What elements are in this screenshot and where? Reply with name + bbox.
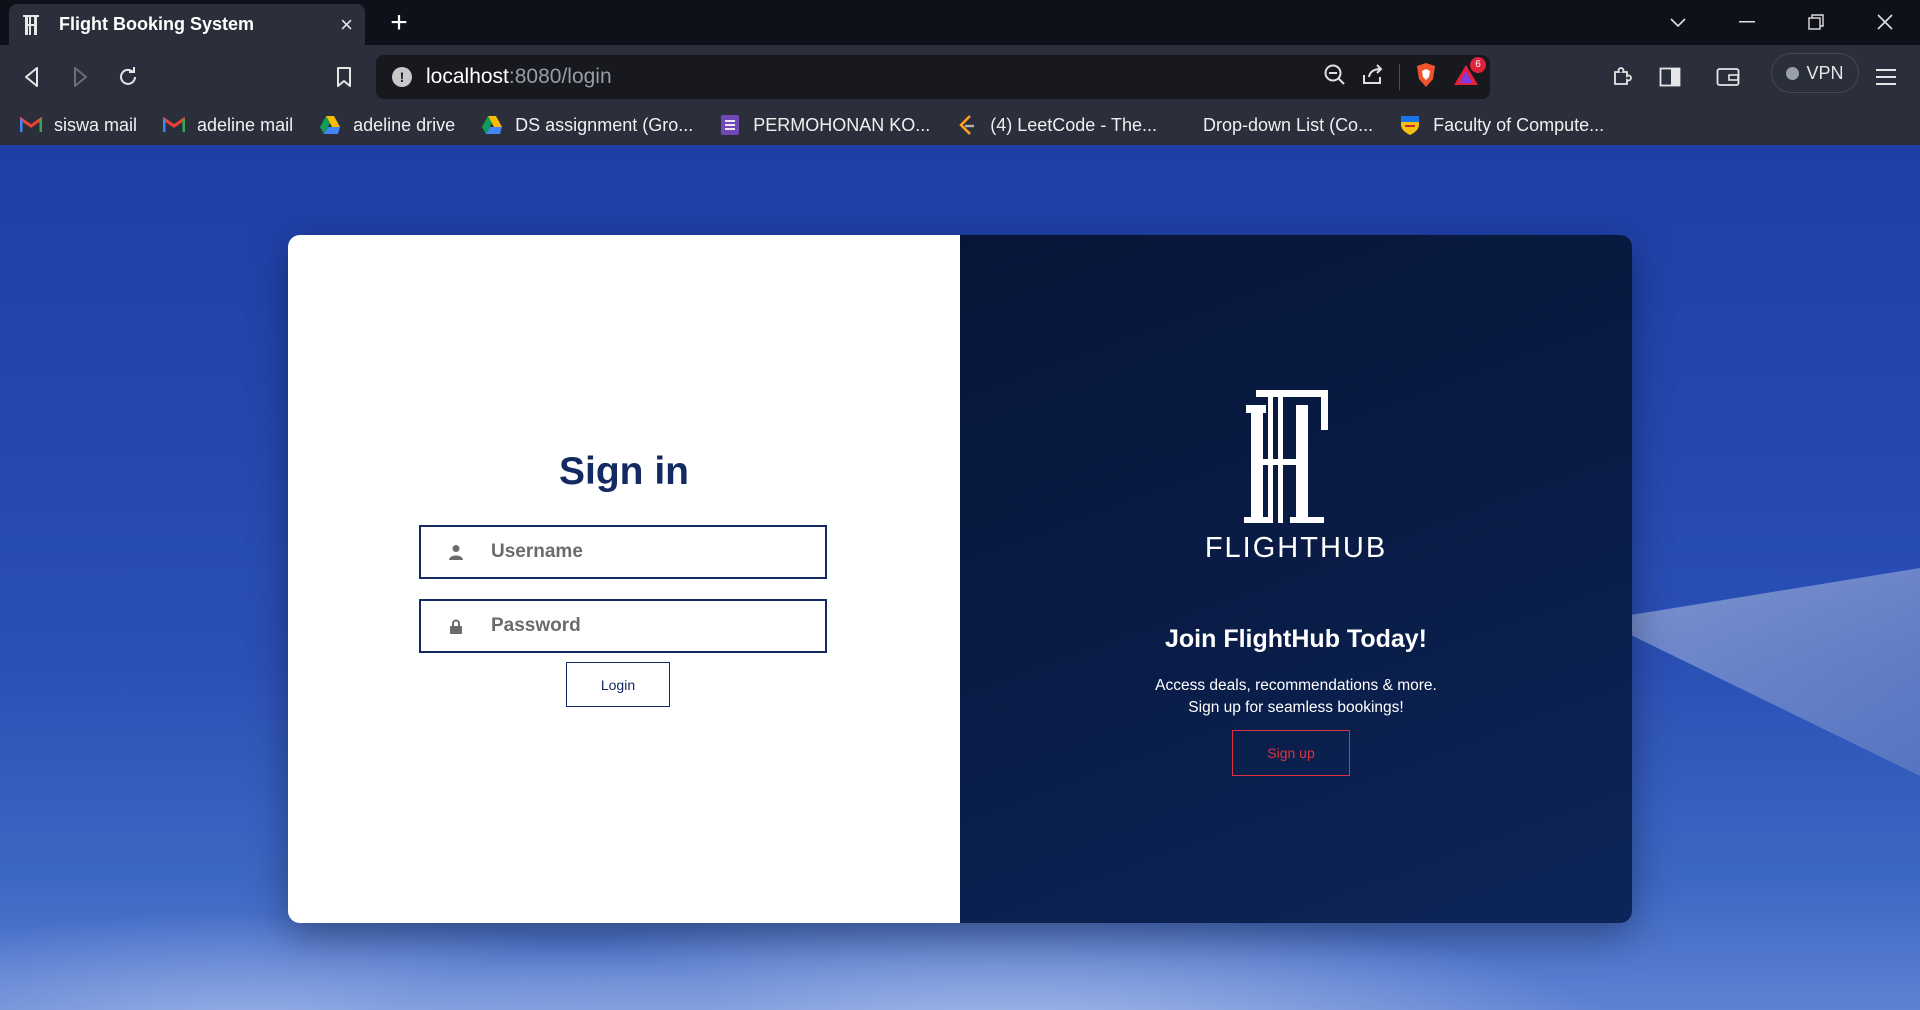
forms-icon (719, 114, 741, 136)
bookmark-permohonan[interactable]: PERMOHONAN KO... (719, 114, 930, 136)
drive-icon (319, 114, 341, 136)
browser-titlebar: Flight Booking System × + (0, 0, 1920, 45)
back-button[interactable] (12, 57, 52, 97)
bookmark-dropdown-list[interactable]: Drop-down List (Co... (1203, 115, 1373, 136)
bookmark-siswa-mail[interactable]: siswa mail (20, 114, 137, 136)
vpn-button[interactable]: VPN (1771, 53, 1859, 93)
zoom-out-icon[interactable] (1323, 63, 1347, 92)
leetcode-icon (956, 114, 978, 136)
rewards-badge: 6 (1470, 56, 1486, 73)
join-description: Access deals, recommendations & more. Si… (960, 675, 1632, 719)
airplane-wing-image (1600, 555, 1920, 815)
brave-shields-icon[interactable] (1414, 62, 1438, 93)
new-tab-button[interactable]: + (384, 8, 414, 38)
back-arrow-icon (25, 67, 38, 87)
bookmark-label: (4) LeetCode - The... (990, 114, 1158, 135)
browser-tab-active[interactable]: Flight Booking System × (9, 4, 365, 45)
bookmark-faculty[interactable]: Faculty of Compute... (1399, 114, 1604, 136)
minimize-icon[interactable] (1727, 6, 1767, 38)
bookmark-label: PERMOHONAN KO... (753, 114, 931, 135)
tab-list-dropdown-icon[interactable] (1658, 6, 1698, 38)
vpn-label: VPN (1806, 62, 1844, 83)
reload-icon (120, 67, 136, 85)
signup-button[interactable]: Sign up (1232, 730, 1350, 776)
reload-button[interactable] (108, 57, 148, 97)
bookmark-label: adeline drive (353, 114, 456, 135)
brave-rewards-icon[interactable]: 6 (1452, 56, 1486, 92)
forward-arrow-icon (74, 67, 87, 87)
login-button[interactable]: Login (566, 662, 670, 707)
sidebar-toggle-button[interactable] (1650, 57, 1690, 97)
restore-window-icon[interactable] (1796, 6, 1836, 38)
join-title: Join FlightHub Today! (1165, 625, 1427, 653)
hamburger-menu-icon (1876, 69, 1896, 85)
close-window-icon[interactable] (1865, 6, 1905, 38)
bookmark-label: Faculty of Compute... (1433, 114, 1605, 135)
signin-panel: Sign in Login (288, 235, 960, 923)
bookmark-label: DS assignment (Gro... (515, 114, 694, 135)
join-line-2: Sign up for seamless bookings! (1188, 699, 1404, 716)
username-input[interactable] (491, 527, 825, 577)
sidebar-icon (1659, 67, 1681, 87)
flighthub-favicon-icon (21, 14, 43, 36)
bookmark-page-button[interactable] (324, 57, 364, 97)
tab-title: Flight Booking System (59, 14, 255, 34)
signin-title: Sign in (559, 450, 689, 493)
signup-promo-panel: FLIGHTHUB Join FlightHub Today! Access d… (960, 235, 1632, 923)
site-info-icon[interactable]: ! (392, 67, 412, 87)
address-bar-actions: 6 (1323, 55, 1486, 99)
flighthub-logo: FLIGHTHUB (1205, 385, 1385, 565)
bookmark-label: Drop-down List (Co... (1203, 114, 1374, 135)
share-icon[interactable] (1361, 63, 1385, 92)
bookmark-icon (337, 67, 351, 87)
bookmark-adeline-drive[interactable]: adeline drive (319, 114, 455, 136)
faculty-crest-icon (1399, 114, 1421, 136)
forward-button[interactable] (60, 57, 100, 97)
gmail-icon (163, 114, 186, 136)
bookmark-adeline-mail[interactable]: adeline mail (163, 114, 293, 136)
password-field (419, 599, 827, 653)
lock-icon (421, 619, 491, 634)
login-page-background: Sign in Login (0, 145, 1920, 1010)
join-line-1: Access deals, recommendations & more. (1155, 677, 1437, 694)
username-field (419, 525, 827, 579)
puzzle-icon (1614, 67, 1632, 85)
wallet-icon (1716, 68, 1740, 86)
extensions-button[interactable] (1602, 57, 1642, 97)
browser-toolbar: ! localhost:8080/login 6 VPN siswa mail… (0, 45, 1920, 145)
bookmark-leetcode[interactable]: (4) LeetCode - The... (956, 114, 1157, 136)
login-card: Sign in Login (288, 235, 1632, 923)
wallet-button[interactable] (1708, 57, 1748, 97)
bookmarks-bar: siswa mail adeline mail adeline drive DS… (0, 106, 1920, 144)
drive-icon (481, 114, 503, 136)
vpn-status-icon (1786, 66, 1800, 80)
bookmark-ds-assignment[interactable]: DS assignment (Gro... (481, 114, 693, 136)
main-menu-button[interactable] (1866, 57, 1906, 97)
bookmark-label: adeline mail (197, 114, 294, 135)
gmail-icon (20, 114, 42, 136)
url-path: :8080/login (508, 65, 612, 88)
flighthub-logo-text: FLIGHTHUB (1204, 532, 1388, 564)
divider (1399, 64, 1400, 90)
password-input[interactable] (491, 601, 825, 651)
bookmark-label: siswa mail (54, 114, 138, 135)
url-host: localhost (426, 65, 509, 88)
tab-close-button[interactable]: × (340, 13, 353, 36)
user-icon (421, 544, 491, 560)
address-bar[interactable]: ! localhost:8080/login 6 (376, 55, 1490, 99)
